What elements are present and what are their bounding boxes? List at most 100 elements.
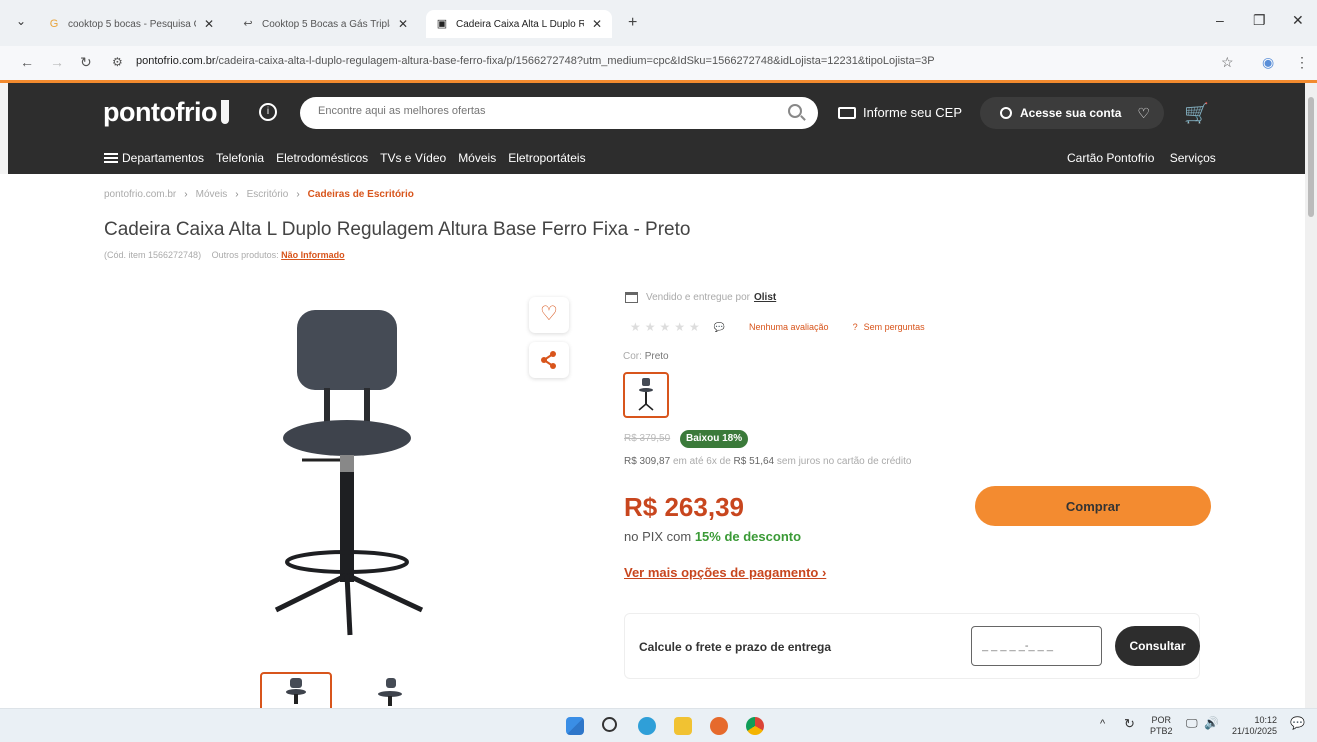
close-tab-icon[interactable]: ✕ [398, 17, 408, 31]
nav-moveis[interactable]: Móveis [458, 151, 496, 165]
installment-suffix: sem juros no cartão de crédito [776, 456, 912, 467]
chair-leg [344, 574, 353, 636]
search-input[interactable] [318, 105, 768, 117]
nav-eletroportateis[interactable]: Eletroportáteis [508, 151, 585, 165]
restore-icon[interactable]: ❐ [1253, 12, 1266, 29]
chair-backrest [297, 310, 397, 390]
nav-eletrodomesticos[interactable]: Eletrodomésticos [276, 151, 368, 165]
chrome-icon[interactable] [746, 717, 764, 735]
tab-title: cooktop 5 bocas - Pesquisa Go [68, 18, 196, 30]
cep-input[interactable] [971, 626, 1102, 666]
category-nav: Departamentos Telefonia Eletrodomésticos… [104, 151, 598, 165]
bookmark-star-icon[interactable]: ☆ [1221, 54, 1234, 71]
browser-menu-icon[interactable]: ⋮ [1295, 54, 1309, 71]
nav-servicos[interactable]: Serviços [1170, 151, 1216, 165]
questions-link[interactable]: Sem perguntas [864, 322, 925, 332]
breadcrumb-current[interactable]: Cadeiras de Escritório [308, 189, 414, 200]
tab-google-search[interactable]: G cooktop 5 bocas - Pesquisa Go ✕ [48, 10, 214, 38]
pontofrio-logo[interactable]: pontofrio [103, 97, 229, 128]
file-explorer-icon[interactable] [674, 717, 692, 735]
cart-icon[interactable]: 🛒 [1184, 101, 1209, 126]
taskbar-search-icon[interactable] [602, 717, 617, 732]
product-page: pontofrio.com.br › Móveis › Escritório › Cadei… [0, 174, 1305, 712]
tab-title: Cadeira Caixa Alta L Duplo Re [456, 18, 584, 30]
breadcrumb-item[interactable]: pontofrio.com.br [104, 189, 176, 200]
network-icon[interactable]: 🖵 [1186, 717, 1198, 729]
nav-departamentos[interactable]: Departamentos [104, 151, 204, 165]
hamburger-icon [104, 153, 118, 163]
chair-leg [345, 572, 424, 613]
minimize-icon[interactable]: – [1216, 12, 1224, 28]
forward-arrow-icon[interactable]: → [50, 54, 64, 70]
rating-row: ★★★★★ 💬 Nenhuma avaliação ? Sem pergunta… [630, 320, 925, 334]
page-scrollbar[interactable] [1305, 83, 1317, 708]
windows-start-icon[interactable] [566, 717, 584, 735]
edge-icon[interactable] [638, 717, 656, 735]
logo-text: pontofrio [103, 97, 217, 127]
thumbnail-2[interactable] [352, 672, 424, 712]
os-taskbar: ^ ↻ POR PTB2 🖵 🔊 10:12 21/10/2025 💬 [0, 708, 1317, 742]
logo-mark-icon [220, 100, 229, 124]
keyboard-layout: PTB2 [1150, 726, 1173, 736]
language-code: POR [1151, 715, 1172, 725]
other-products-link[interactable]: Não Informado [281, 250, 345, 260]
consult-button[interactable]: Consultar [1115, 626, 1200, 666]
scrollbar-thumb[interactable] [1308, 97, 1314, 217]
reload-icon[interactable]: ↻ [80, 54, 92, 71]
tray-chevron-icon[interactable]: ^ [1100, 719, 1105, 730]
address-bar: ← → ↻ ⚙ pontofrio.com.br/cadeira-caixa-a… [0, 46, 1317, 80]
color-swatch-preto[interactable] [623, 372, 669, 418]
wishlist-heart-icon[interactable]: ♡ [1137, 105, 1150, 122]
question-icon: ? [852, 322, 858, 332]
favorite-heart-icon[interactable]: ♡ [529, 297, 569, 333]
new-tab-button[interactable]: + [628, 14, 637, 32]
accessibility-icon[interactable]: i [259, 103, 277, 121]
seller-link[interactable]: Olist [754, 292, 776, 303]
seller-label: Vendido e entregue por [646, 292, 750, 303]
old-price: R$ 379,50 [624, 433, 671, 444]
breadcrumb-item[interactable]: Móveis [196, 189, 228, 200]
search-icon[interactable] [788, 104, 802, 118]
store-icon [625, 292, 638, 303]
breadcrumb-item[interactable]: Escritório [247, 189, 289, 200]
sync-icon[interactable]: ↻ [1124, 717, 1135, 730]
freight-calculator: Calcule o frete e prazo de entrega Consu… [624, 613, 1200, 679]
clock[interactable]: 10:12 21/10/2025 [1232, 715, 1277, 737]
thumbnail-1[interactable] [260, 672, 332, 712]
nav-tvs-video[interactable]: TVs e Vídeo [380, 151, 446, 165]
breadcrumb: pontofrio.com.br › Móveis › Escritório › Cadei… [104, 189, 414, 200]
volume-icon[interactable]: 🔊 [1204, 717, 1219, 729]
url-domain: pontofrio.com.br [136, 55, 216, 67]
close-window-icon[interactable]: ✕ [1292, 12, 1304, 29]
tab-search-chevron-icon[interactable]: ⌄ [16, 14, 26, 28]
profile-icon[interactable]: ◉ [1262, 54, 1274, 71]
site-info-icon[interactable]: ⚙ [112, 55, 123, 69]
reviews-link[interactable]: Nenhuma avaliação [749, 322, 829, 332]
account-button[interactable]: Acesse sua conta ♡ [980, 97, 1164, 129]
nav-telefonia[interactable]: Telefonia [216, 151, 264, 165]
site-header: pontofrio i Informe seu CEP Acesse sua c… [8, 83, 1305, 174]
url-field[interactable]: pontofrio.com.br/cadeira-caixa-alta-l-du… [136, 55, 996, 67]
firefox-icon[interactable] [710, 717, 728, 735]
cep-button[interactable]: Informe seu CEP [838, 105, 962, 120]
nav-cartao-pontofrio[interactable]: Cartão Pontofrio [1067, 151, 1154, 165]
payment-options-link[interactable]: Ver mais opções de pagamento › [624, 565, 826, 580]
product-image[interactable] [262, 300, 432, 640]
language-indicator[interactable]: POR PTB2 [1150, 715, 1173, 737]
close-tab-icon[interactable]: ✕ [592, 17, 602, 31]
installment-text: em até 6x de [672, 456, 731, 467]
seller-info: Vendido e entregue por Olist [625, 292, 776, 303]
buy-button[interactable]: Comprar [975, 486, 1211, 526]
color-label: Cor: Preto [623, 351, 669, 362]
rating-stars-icon: ★★★★★ [630, 320, 704, 334]
installment-info: R$ 309,87 em até 6x de R$ 51,64 sem juro… [624, 456, 911, 467]
review-bubble-icon: 💬 [713, 321, 726, 332]
account-label: Acesse sua conta [1020, 106, 1122, 120]
back-arrow-icon[interactable]: ← [20, 54, 34, 70]
notifications-icon[interactable]: 💬 [1290, 717, 1305, 729]
close-tab-icon[interactable]: ✕ [204, 17, 214, 31]
tab-cooktop[interactable]: ↩ Cooktop 5 Bocas a Gás Tripla ✕ [242, 10, 408, 38]
user-icon [1000, 107, 1012, 119]
tab-cadeira-active[interactable]: ▣ Cadeira Caixa Alta L Duplo Re ✕ [426, 10, 613, 38]
share-button[interactable] [529, 342, 569, 378]
